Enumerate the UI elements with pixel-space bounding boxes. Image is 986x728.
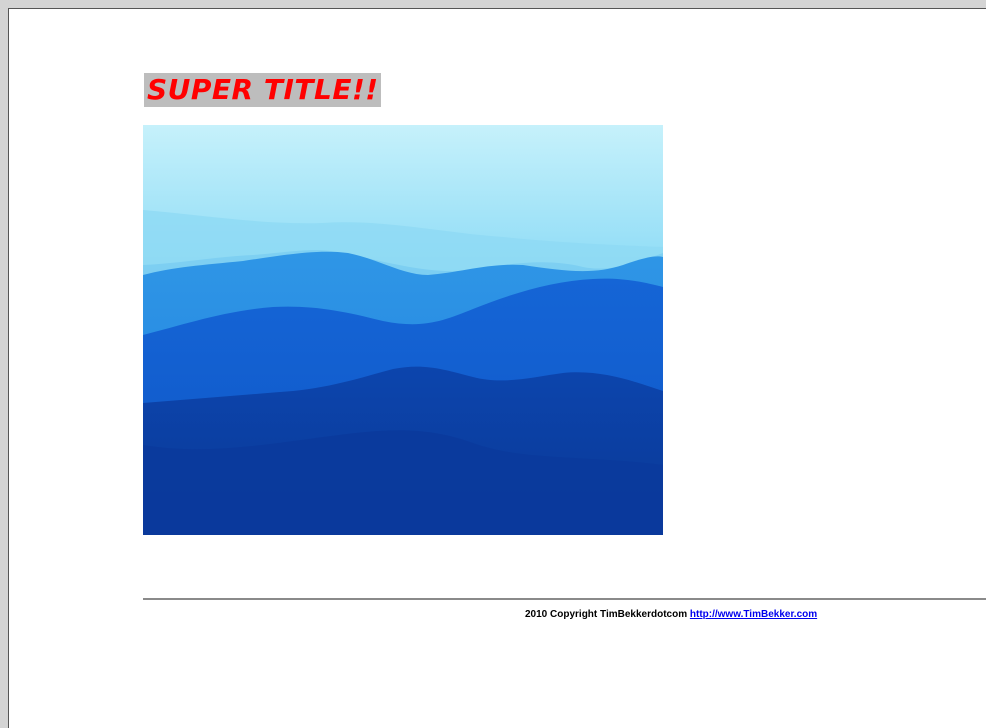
footer-divider xyxy=(143,598,986,600)
footer-copyright: 2010 Copyright TimBekkerdotcom xyxy=(525,609,688,620)
footer: 2010 Copyright TimBekkerdotcom http://ww… xyxy=(525,609,817,620)
document-page: SUPER TITLE!! 2010 Copyright TimBekkerdo… xyxy=(8,8,986,728)
window-frame: SUPER TITLE!! 2010 Copyright TimBekkerdo… xyxy=(0,0,986,728)
footer-website-link[interactable]: http://www.TimBekker.com xyxy=(690,609,817,620)
mountain-landscape-image xyxy=(143,125,663,535)
page-title: SUPER TITLE!! xyxy=(144,73,382,107)
